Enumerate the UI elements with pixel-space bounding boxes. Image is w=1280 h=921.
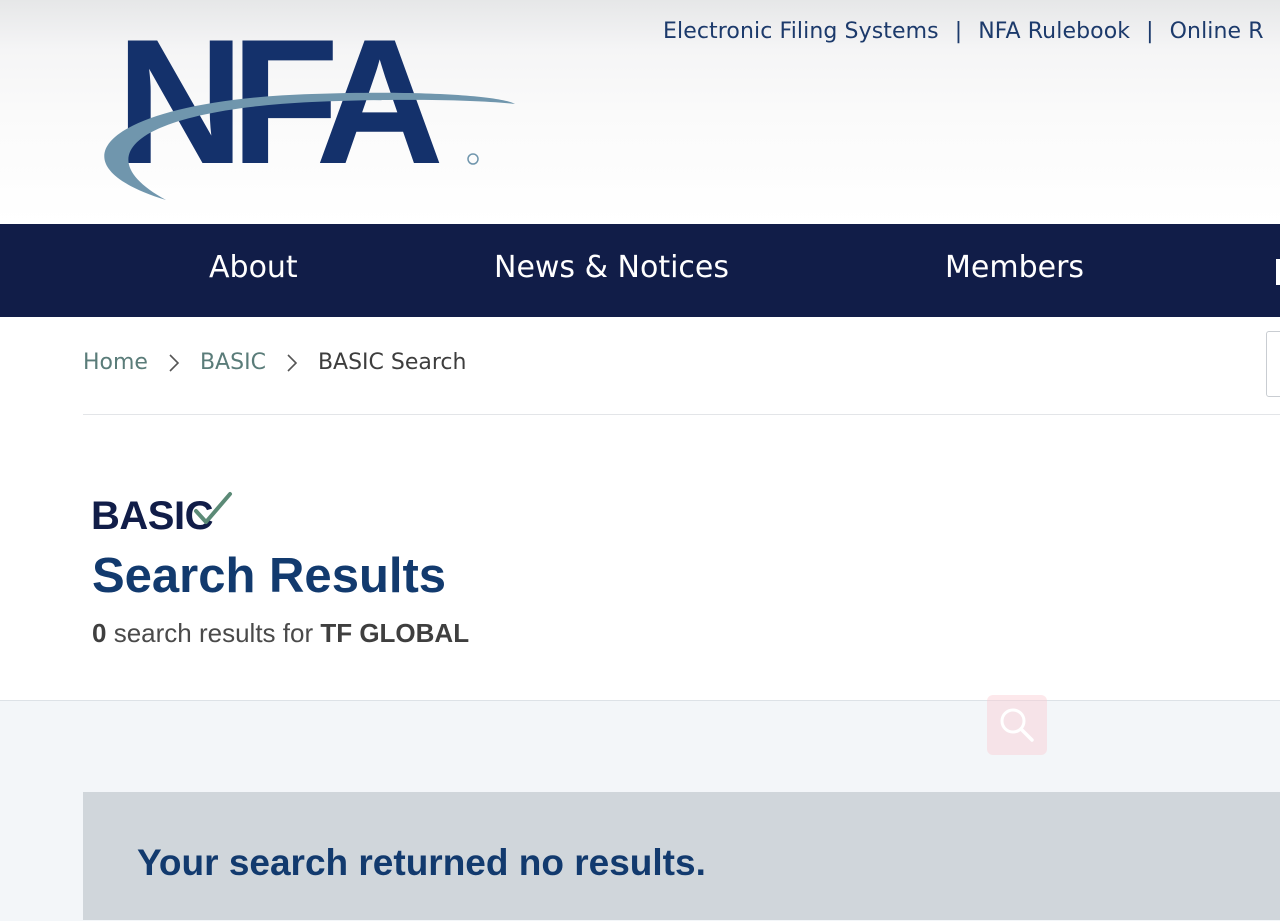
result-count: 0 bbox=[92, 618, 107, 648]
utility-nav: Electronic Filing Systems | NFA Rulebook | O… bbox=[663, 19, 1264, 44]
page-title: Search Results bbox=[92, 549, 447, 603]
result-text: search results for bbox=[113, 618, 314, 648]
site-search-input[interactable] bbox=[1266, 331, 1280, 397]
nav-item-truncated[interactable] bbox=[1276, 259, 1280, 285]
breadcrumb-home[interactable]: Home bbox=[83, 350, 148, 375]
divider bbox=[83, 414, 1280, 415]
separator: | bbox=[954, 19, 963, 44]
search-button[interactable] bbox=[987, 695, 1047, 755]
chevron-right-icon bbox=[287, 353, 298, 372]
no-results-message: Your search returned no results. bbox=[137, 842, 706, 883]
nav-item-about[interactable]: About bbox=[209, 250, 298, 285]
separator: | bbox=[1146, 19, 1154, 44]
nfa-rulebook-link[interactable]: NFA Rulebook bbox=[978, 19, 1130, 44]
nav-item-news-notices[interactable]: News & Notices bbox=[494, 250, 729, 285]
search-query: TF GLOBAL bbox=[320, 618, 470, 648]
nfa-logo[interactable]: NFA bbox=[82, 22, 522, 200]
breadcrumb: Home BASIC BASIC Search bbox=[83, 350, 466, 375]
chevron-right-icon bbox=[169, 353, 180, 372]
breadcrumb-current: BASIC Search bbox=[317, 350, 467, 375]
svg-text:NFA: NFA bbox=[116, 22, 439, 200]
result-summary: 0 search results for TF GLOBAL bbox=[92, 618, 469, 649]
main-nav: About News & Notices Members bbox=[0, 224, 1280, 317]
checkmark-icon bbox=[194, 492, 232, 524]
nav-item-members[interactable]: Members bbox=[945, 250, 1084, 285]
site-header: NFA Electronic Filing Systems | NFA Rulebo… bbox=[0, 0, 1280, 224]
breadcrumb-basic[interactable]: BASIC bbox=[200, 350, 266, 375]
search-icon bbox=[1000, 708, 1034, 742]
online-registration-link[interactable]: Online R bbox=[1170, 19, 1264, 44]
electronic-filing-systems-link[interactable]: Electronic Filing Systems bbox=[663, 19, 939, 44]
